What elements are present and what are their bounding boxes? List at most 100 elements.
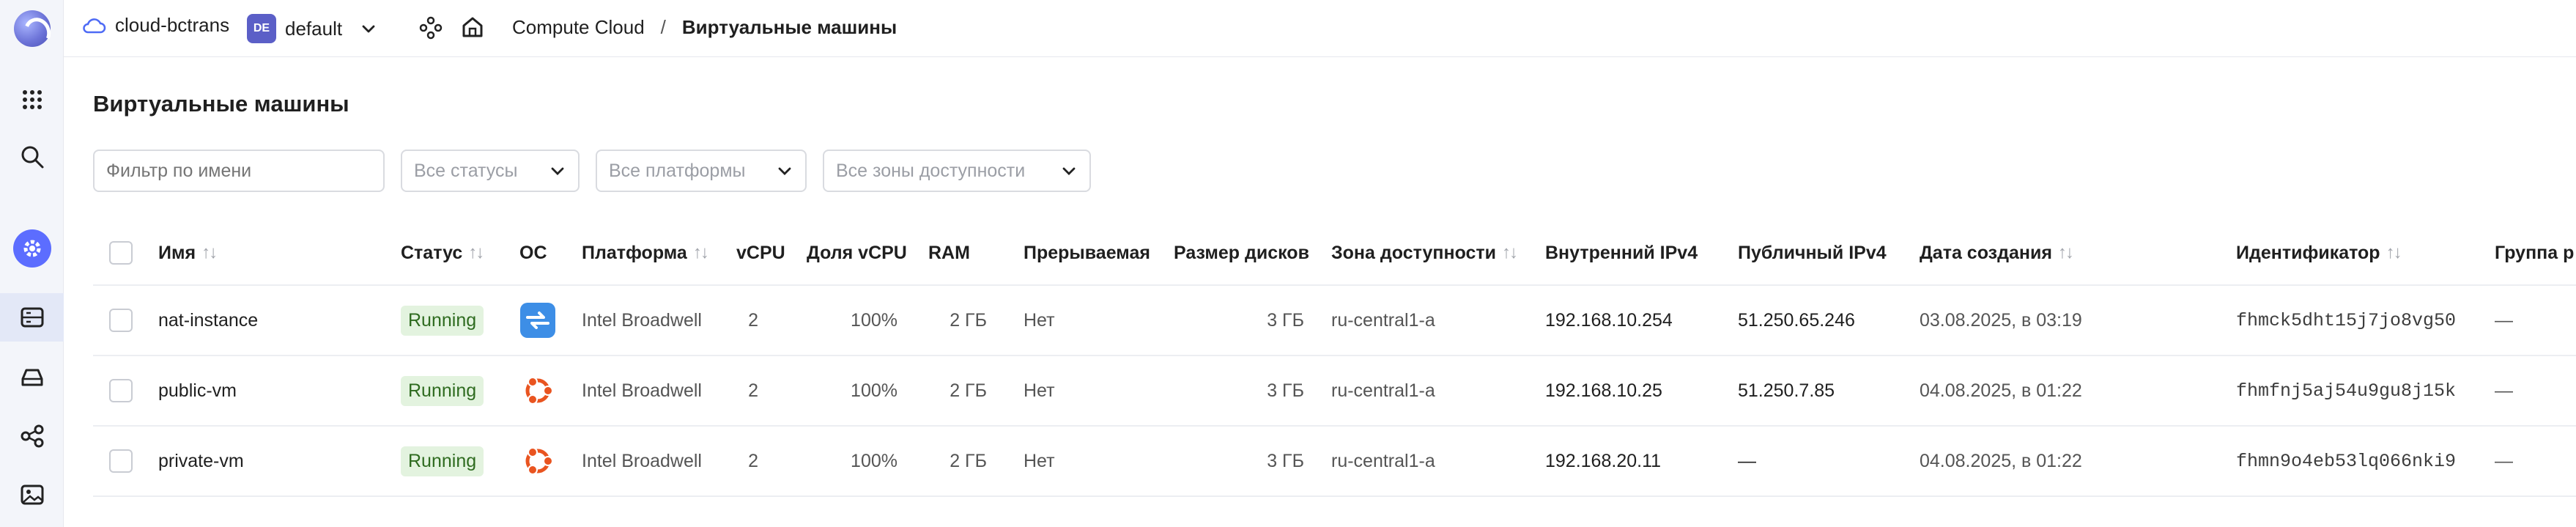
row-checkbox[interactable] bbox=[109, 449, 133, 473]
table-row[interactable]: public-vm Running Intel Broadwell 2 100%… bbox=[93, 356, 2576, 427]
nav-disks[interactable] bbox=[0, 353, 64, 402]
col-id[interactable]: Идентификатор ↑↓ bbox=[2236, 221, 2402, 284]
col-public-ip: Публичный IPv4 bbox=[1738, 221, 1887, 284]
sort-icon: ↑↓ bbox=[2386, 243, 2402, 262]
vcpu-share: 100% bbox=[851, 450, 897, 471]
col-vcpu: vCPU bbox=[736, 221, 785, 284]
nav-networks[interactable] bbox=[0, 412, 64, 460]
logo-icon bbox=[13, 10, 51, 47]
select-all-cell bbox=[109, 221, 133, 284]
cloud-name: cloud-bctrans bbox=[115, 14, 230, 36]
platform: Intel Broadwell bbox=[582, 309, 702, 331]
placement-group: — bbox=[2495, 380, 2513, 401]
filters-bar: Все статусы Все платформы Все зоны досту… bbox=[93, 150, 1091, 192]
col-id-label: Идентификатор bbox=[2236, 242, 2380, 263]
chevron-down-icon bbox=[551, 167, 564, 175]
compute-service-badge bbox=[12, 229, 51, 268]
breadcrumb-service[interactable]: Compute Cloud bbox=[512, 16, 645, 39]
page-title: Виртуальные машины bbox=[93, 91, 349, 117]
zone-filter-select[interactable]: Все зоны доступности bbox=[823, 150, 1091, 192]
platform-filter-select[interactable]: Все платформы bbox=[596, 150, 807, 192]
table-row[interactable]: private-vm Running Intel Broadwell 2 100… bbox=[93, 427, 2576, 497]
col-ram: RAM bbox=[928, 221, 970, 284]
chevron-down-icon bbox=[778, 167, 791, 175]
vm-id[interactable]: fhmn9o4eb53lq066nki9 bbox=[2236, 427, 2456, 495]
sort-icon: ↑↓ bbox=[692, 243, 709, 262]
row-checkbox[interactable] bbox=[109, 379, 133, 402]
zone-filter-value: Все зоны доступности bbox=[836, 160, 1026, 181]
vcpu: 2 bbox=[748, 450, 758, 471]
placement-group: — bbox=[2495, 309, 2513, 331]
vcpu: 2 bbox=[748, 380, 758, 401]
platform-filter-value: Все платформы bbox=[609, 160, 746, 181]
status-filter-select[interactable]: Все статусы bbox=[401, 150, 580, 192]
sort-icon: ↑↓ bbox=[2057, 243, 2074, 262]
created-date: 03.08.2025, в 03:19 bbox=[1920, 309, 2082, 331]
services-grid-button[interactable] bbox=[0, 75, 64, 124]
vcpu-share: 100% bbox=[851, 380, 897, 401]
created-date: 04.08.2025, в 01:22 bbox=[1920, 380, 2082, 401]
ubuntu-icon bbox=[525, 447, 553, 475]
status-badge: Running bbox=[401, 446, 484, 476]
breadcrumb-separator: / bbox=[660, 16, 666, 38]
select-all-checkbox[interactable] bbox=[109, 241, 133, 265]
search-button[interactable] bbox=[0, 133, 64, 181]
table-row[interactable]: nat-instance Running Intel Broadwell 2 1… bbox=[93, 286, 2576, 356]
service-map-icon bbox=[419, 16, 443, 40]
search-icon bbox=[21, 146, 43, 169]
vm-id[interactable]: fhmck5dht15j7jo8vg50 bbox=[2236, 286, 2456, 355]
col-zone[interactable]: Зона доступности ↑↓ bbox=[1331, 221, 1518, 284]
zone: ru-central1-a bbox=[1331, 380, 1435, 401]
disk-size: 3 ГБ bbox=[1267, 380, 1304, 401]
col-os-label: ОС bbox=[519, 242, 547, 263]
status-cell: Running bbox=[401, 356, 484, 425]
status-badge: Running bbox=[401, 305, 484, 336]
preemptible: Нет bbox=[1024, 380, 1055, 401]
col-preemptible-label: Прерываемая bbox=[1024, 242, 1150, 263]
status-cell: Running bbox=[401, 427, 484, 495]
os-cell bbox=[519, 286, 556, 355]
platform: Intel Broadwell bbox=[582, 450, 702, 471]
internal-ip: 192.168.10.25 bbox=[1545, 380, 1662, 401]
folder-selector[interactable]: DE default bbox=[247, 14, 377, 43]
col-platform-label: Платформа bbox=[582, 242, 687, 263]
name-filter-input[interactable] bbox=[93, 150, 385, 192]
preemptible: Нет bbox=[1024, 450, 1055, 471]
col-created[interactable]: Дата создания ↑↓ bbox=[1920, 221, 2074, 284]
col-status[interactable]: Статус ↑↓ bbox=[401, 221, 484, 284]
disk-size: 3 ГБ bbox=[1267, 450, 1304, 471]
row-select-cell bbox=[109, 427, 133, 495]
service-map-button[interactable] bbox=[419, 16, 443, 43]
cloud-selector[interactable]: cloud-bctrans bbox=[81, 14, 229, 37]
nav-images[interactable] bbox=[0, 471, 64, 519]
ubuntu-icon bbox=[525, 377, 553, 405]
col-os: ОС bbox=[519, 221, 547, 284]
col-disk-size-label: Размер дисков bbox=[1174, 242, 1309, 263]
row-checkbox[interactable] bbox=[109, 309, 133, 332]
col-status-label: Статус bbox=[401, 242, 463, 263]
nav-virtual-machines[interactable] bbox=[0, 293, 64, 342]
server-icon bbox=[21, 307, 43, 328]
col-placement-group-label: Группа р bbox=[2495, 242, 2575, 263]
compute-cloud-service-button[interactable] bbox=[0, 224, 64, 273]
grid-icon bbox=[22, 90, 42, 109]
vm-name[interactable]: nat-instance bbox=[158, 286, 258, 355]
vcpu: 2 bbox=[748, 309, 758, 331]
disk-size: 3 ГБ bbox=[1267, 309, 1304, 331]
vm-name[interactable]: public-vm bbox=[158, 356, 237, 425]
col-name[interactable]: Имя ↑↓ bbox=[158, 221, 218, 284]
col-internal-ip-label: Внутренний IPv4 bbox=[1545, 242, 1698, 263]
col-public-ip-label: Публичный IPv4 bbox=[1738, 242, 1887, 263]
col-vcpu-share-label: Доля vCPU bbox=[807, 242, 907, 263]
vm-name[interactable]: private-vm bbox=[158, 427, 244, 495]
platform: Intel Broadwell bbox=[582, 380, 702, 401]
preemptible: Нет bbox=[1024, 309, 1055, 331]
col-platform[interactable]: Платформа ↑↓ bbox=[582, 221, 709, 284]
col-preemptible: Прерываемая bbox=[1024, 221, 1150, 284]
home-button[interactable] bbox=[461, 15, 484, 43]
yandex-cloud-logo[interactable] bbox=[0, 4, 64, 53]
col-vcpu-label: vCPU bbox=[736, 242, 785, 263]
vm-id[interactable]: fhmfnj5aj54u9gu8j15k bbox=[2236, 356, 2456, 425]
main-content: Виртуальные машины Все статусы Все платф… bbox=[64, 57, 2576, 527]
left-rail bbox=[0, 0, 64, 527]
